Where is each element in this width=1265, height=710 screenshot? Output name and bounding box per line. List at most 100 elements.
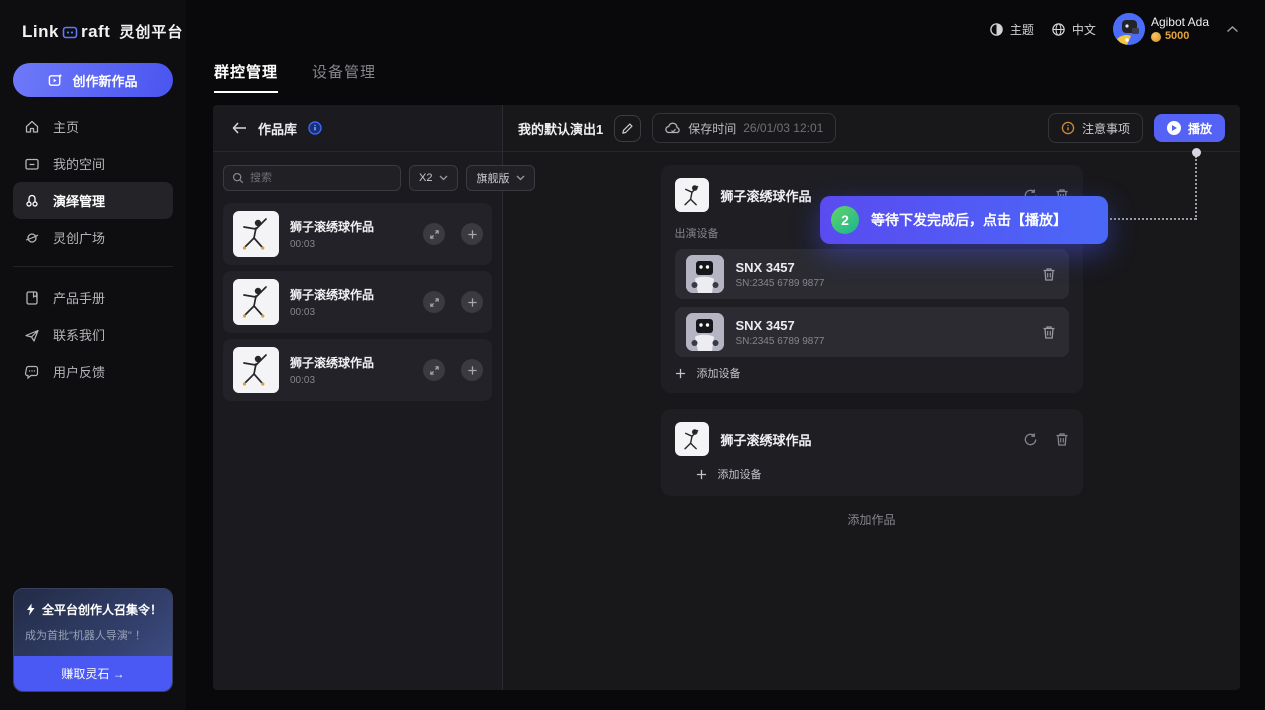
sidebar-nav: 主页 我的空间 演绎管理 灵创广场 产品手册 联系我们 (13, 108, 173, 390)
refresh-icon[interactable] (1023, 432, 1038, 447)
list-item[interactable]: 狮子滚绣球作品 00:03 (223, 271, 492, 333)
folder-icon (24, 156, 40, 172)
sidebar-item-label: 我的空间 (53, 154, 105, 173)
work-duration: 00:03 (290, 307, 412, 318)
chat-bubble-icon (24, 364, 40, 380)
edit-title-button[interactable] (614, 115, 641, 142)
search-box[interactable] (223, 165, 401, 191)
work-title: 狮子滚绣球作品 (721, 430, 1011, 449)
play-button[interactable]: 播放 (1154, 114, 1225, 142)
main-panel: 作品库 X2 旗舰版 (213, 105, 1240, 690)
device-serial: SN:2345 6789 9877 (736, 278, 825, 289)
connector-line-horizontal (1110, 218, 1196, 220)
tab-device-management[interactable]: 设备管理 (312, 61, 376, 93)
add-device-button[interactable]: 添加设备 (675, 365, 1069, 381)
earn-gems-button[interactable]: 赚取灵石 → (14, 656, 172, 691)
stage-panel: 我的默认演出1 保存时间 26/01/03 12:01 注意事项 播放 (503, 105, 1240, 690)
chevron-up-icon[interactable] (1226, 25, 1239, 34)
cloud-icon (665, 122, 681, 134)
promo-title-text: 全平台创作人召集令！ (42, 601, 162, 618)
add-to-stage-button[interactable] (461, 291, 483, 313)
user-chip[interactable]: Agibot Ada 5000 (1113, 13, 1209, 45)
tab-group-control[interactable]: 群控管理 (214, 61, 278, 93)
work-title: 狮子滚绣球作品 (290, 286, 412, 303)
work-title: 狮子滚绣球作品 (290, 218, 412, 235)
sidebar-item-home[interactable]: 主页 (13, 108, 173, 145)
sidebar-item-my-space[interactable]: 我的空间 (13, 145, 173, 182)
device-meta: SNX 3457 SN:2345 6789 9877 (736, 260, 825, 289)
library-list: 狮子滚绣球作品 00:03 狮子滚绣球作品 00:03 (213, 203, 502, 401)
work-actions (1023, 432, 1069, 447)
sidebar-item-label: 产品手册 (53, 288, 105, 307)
stage-header: 我的默认演出1 保存时间 26/01/03 12:01 注意事项 播放 (503, 105, 1240, 152)
theme-toggle[interactable]: 主题 (989, 21, 1034, 38)
device-meta: SNX 3457 SN:2345 6789 9877 (736, 318, 825, 347)
language-label: 中文 (1072, 21, 1096, 38)
show-title: 我的默认演出1 (518, 119, 603, 138)
topbar: 主题 中文 Agibot Ada 5000 (989, 13, 1239, 45)
add-work-button[interactable]: 添加作品 (847, 511, 895, 528)
language-switcher[interactable]: 中文 (1051, 21, 1096, 38)
work-duration: 00:03 (290, 375, 412, 386)
list-item[interactable]: 狮子滚绣球作品 00:03 (223, 339, 492, 401)
user-meta: Agibot Ada 5000 (1151, 15, 1209, 44)
promo-subtitle: 成为首批"机器人导演" ！ (25, 627, 161, 643)
save-time-value: 26/01/03 12:01 (743, 121, 823, 135)
promo-card: 全平台创作人召集令！ 成为首批"机器人导演" ！ 赚取灵石 → (13, 588, 173, 692)
create-work-label: 创作新作品 (72, 71, 137, 90)
connector-line-vertical (1195, 156, 1197, 220)
library-controls: X2 旗舰版 (213, 152, 502, 203)
promo-body: 全平台创作人召集令！ 成为首批"机器人导演" ！ (14, 589, 172, 656)
guide-tooltip-text: 等待下发完成后，点击【播放】 (871, 210, 1067, 230)
device-name: SNX 3457 (736, 260, 825, 275)
preview-expand-button[interactable] (423, 359, 445, 381)
sidebar-item-plaza[interactable]: 灵创广场 (13, 219, 173, 256)
sidebar-item-performance-management[interactable]: 演绎管理 (13, 182, 173, 219)
coin-icon (1151, 32, 1161, 42)
library-title: 作品库 (258, 119, 297, 138)
save-time-pill: 保存时间 26/01/03 12:01 (652, 113, 836, 143)
preview-expand-button[interactable] (423, 291, 445, 313)
speed-filter-dropdown[interactable]: X2 (409, 165, 458, 191)
back-arrow-icon[interactable] (232, 122, 247, 134)
add-to-stage-button[interactable] (461, 223, 483, 245)
avatar (1113, 13, 1145, 45)
device-name: SNX 3457 (736, 318, 825, 333)
create-work-button[interactable]: 创作新作品 (13, 63, 173, 97)
search-input[interactable] (250, 172, 392, 184)
work-card-header: 狮子滚绣球作品 (675, 422, 1069, 456)
chevron-down-icon (439, 175, 448, 181)
list-item[interactable]: 狮子滚绣球作品 00:03 (223, 203, 492, 265)
device-row[interactable]: SNX 3457 SN:2345 6789 9877 (675, 249, 1069, 299)
sidebar-item-label: 灵创广场 (53, 228, 105, 247)
add-device-button[interactable]: 添加设备 (696, 466, 1069, 482)
plus-icon (675, 368, 686, 379)
work-thumbnail (675, 178, 709, 212)
sidebar-item-product-manual[interactable]: 产品手册 (13, 279, 173, 316)
warning-info-icon (1061, 121, 1075, 135)
preview-expand-button[interactable] (423, 223, 445, 245)
device-row[interactable]: SNX 3457 SN:2345 6789 9877 (675, 307, 1069, 357)
trash-icon[interactable] (1055, 432, 1069, 447)
info-icon[interactable] (308, 121, 322, 135)
robot-avatar (686, 255, 724, 293)
add-to-stage-button[interactable] (461, 359, 483, 381)
sidebar-item-label: 联系我们 (53, 325, 105, 344)
connector-dot (1192, 148, 1201, 157)
step-badge: 2 (831, 206, 859, 234)
work-meta: 狮子滚绣球作品 00:03 (290, 218, 412, 250)
trash-icon[interactable] (1042, 267, 1056, 282)
trash-icon[interactable] (1042, 325, 1056, 340)
app-root: Link raft 灵创平台 创作新作品 主页 我的空间 (0, 0, 1265, 710)
sidebar-item-contact-us[interactable]: 联系我们 (13, 316, 173, 353)
sidebar-item-user-feedback[interactable]: 用户反馈 (13, 353, 173, 390)
theme-icon (989, 22, 1004, 37)
notice-button[interactable]: 注意事项 (1048, 113, 1143, 143)
performance-icon (24, 193, 40, 209)
plus-icon (696, 469, 707, 480)
notice-label: 注意事项 (1082, 120, 1130, 137)
work-thumbnail (233, 347, 279, 393)
sidebar-item-label: 演绎管理 (53, 191, 105, 210)
works-library-panel: 作品库 X2 旗舰版 (213, 105, 503, 690)
globe-icon (1051, 22, 1066, 37)
